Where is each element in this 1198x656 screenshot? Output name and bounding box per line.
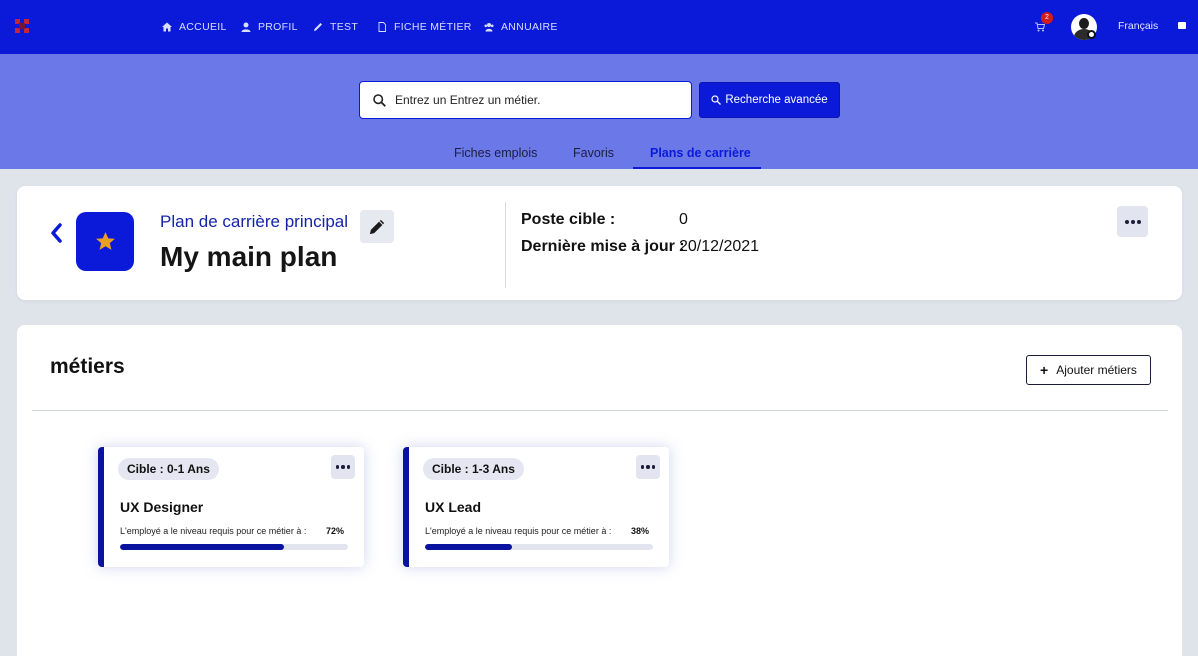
vertical-divider — [505, 202, 506, 288]
progress-fill — [120, 544, 285, 550]
nav-item-accueil[interactable]: ACCUEIL — [162, 19, 227, 35]
nav-label: FICHE MÉTIER — [394, 21, 472, 33]
tab-fiches-emplois[interactable]: Fiches emplois — [454, 146, 537, 160]
progress-bar — [120, 544, 348, 550]
nav-item-annuaire[interactable]: ANNUAIRE — [484, 19, 558, 35]
search-icon — [711, 95, 722, 105]
target-position-value: 0 — [679, 211, 688, 228]
last-update-label: Dernière mise à jour : — [521, 238, 685, 255]
more-dot — [1124, 219, 1129, 224]
flag-icon[interactable] — [1178, 22, 1186, 29]
advanced-search-label: Recherche avancée — [725, 94, 828, 106]
language-selector[interactable]: Français — [1118, 20, 1158, 32]
more-dot — [1136, 219, 1141, 224]
more-dot — [640, 465, 645, 469]
people-icon — [484, 23, 494, 32]
requirement-text: L'employé a le niveau requis pour ce mét… — [425, 526, 612, 536]
search-box[interactable] — [359, 81, 692, 119]
job-card-ux-lead[interactable]: Cible : 1-3 Ans UX Lead L'employé a le n… — [403, 447, 669, 567]
top-navbar: ACCUEIL PROFIL TEST FICHE MÉTIER ANNUAIR… — [0, 0, 1198, 54]
more-dot — [651, 465, 656, 469]
job-title: UX Lead — [425, 499, 482, 515]
nav-item-test[interactable]: TEST — [313, 19, 358, 35]
search-icon — [373, 94, 386, 107]
document-icon — [378, 22, 386, 32]
tab-favoris[interactable]: Favoris — [573, 146, 614, 160]
active-tab-indicator — [633, 167, 761, 169]
job-more-button[interactable] — [636, 455, 660, 479]
cart-button[interactable]: 2 — [1034, 12, 1053, 32]
target-position-label: Poste cible : — [521, 211, 616, 228]
nav-label: TEST — [330, 21, 359, 33]
plan-badge — [76, 212, 134, 271]
status-dot — [1087, 30, 1096, 39]
progress-fill — [425, 544, 512, 550]
cart-count-badge: 2 — [1041, 12, 1053, 24]
jobs-section: métiers + Ajouter métiers Cible : 0-1 An… — [17, 325, 1182, 656]
plan-subtitle: Plan de carrière principal — [160, 212, 349, 231]
more-dot — [646, 465, 650, 469]
job-more-button[interactable] — [331, 455, 355, 479]
star-icon — [95, 232, 115, 250]
match-percent: 38% — [631, 526, 650, 536]
more-dot — [1130, 219, 1135, 224]
more-dot — [341, 465, 345, 469]
section-divider — [32, 410, 1168, 411]
add-jobs-button[interactable]: + Ajouter métiers — [1026, 355, 1151, 385]
search-band: Recherche avancée Fiches emplois Favoris… — [0, 54, 1198, 169]
more-dot — [346, 465, 351, 469]
plan-title: My main plan — [160, 241, 338, 272]
target-tag: Cible : 0-1 Ans — [118, 458, 219, 480]
tab-plans-de-carriere[interactable]: Plans de carrière — [650, 146, 751, 160]
nav-label: ANNUAIRE — [501, 21, 558, 33]
plus-icon: + — [1040, 362, 1049, 378]
more-dot — [335, 465, 340, 469]
requirement-text: L'employé a le niveau requis pour ce mét… — [120, 526, 307, 536]
job-card-ux-designer[interactable]: Cible : 0-1 Ans UX Designer L'employé a … — [98, 447, 364, 567]
advanced-search-button[interactable]: Recherche avancée — [699, 82, 840, 118]
logo-icon[interactable] — [15, 19, 29, 33]
nav-label: ACCUEIL — [179, 21, 227, 33]
search-input[interactable] — [395, 91, 675, 109]
nav-item-fiche-metier[interactable]: FICHE MÉTIER — [377, 19, 472, 35]
last-update-value: 20/12/2021 — [679, 238, 760, 255]
back-arrow-icon[interactable] — [49, 222, 63, 244]
progress-bar — [425, 544, 653, 550]
cart-icon — [1035, 22, 1045, 32]
section-title: métiers — [50, 355, 125, 378]
edit-plan-button[interactable] — [360, 210, 394, 243]
job-title: UX Designer — [120, 499, 204, 515]
plan-header-card: Plan de carrière principal My main plan … — [17, 186, 1182, 300]
match-percent: 72% — [326, 526, 345, 536]
home-icon — [162, 22, 172, 32]
user-icon — [241, 22, 251, 32]
plan-more-button[interactable] — [1117, 206, 1148, 237]
nav-item-profil[interactable]: PROFIL — [241, 19, 298, 35]
add-jobs-label: Ajouter métiers — [1056, 363, 1137, 377]
nav-label: PROFIL — [258, 21, 298, 33]
pencil-icon — [314, 23, 322, 31]
target-tag: Cible : 1-3 Ans — [423, 458, 524, 480]
pencil-icon — [369, 219, 384, 235]
